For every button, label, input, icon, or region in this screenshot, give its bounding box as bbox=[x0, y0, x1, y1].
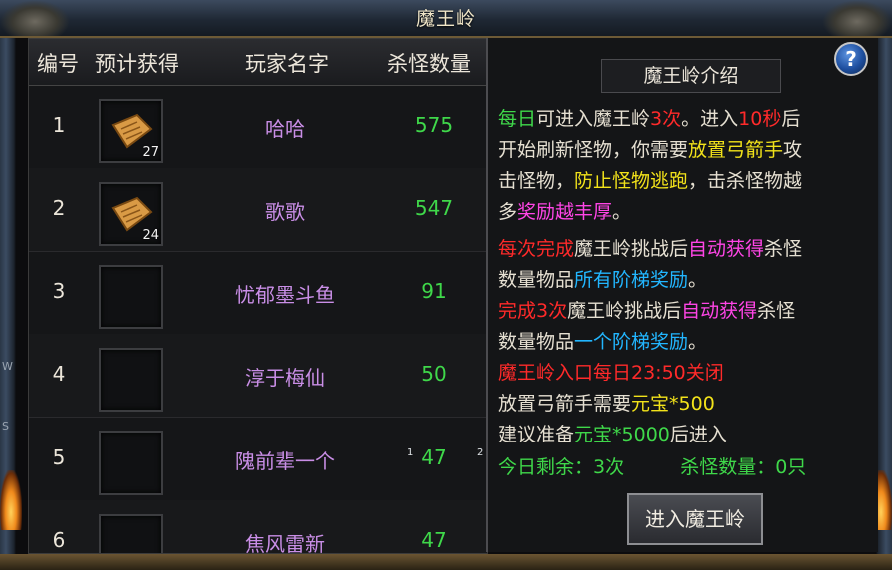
kill-count: 47 bbox=[421, 445, 447, 469]
dragon-ornament-right-icon bbox=[822, 0, 892, 36]
item-count: 27 bbox=[142, 145, 159, 160]
row-rank: 3 bbox=[52, 279, 66, 303]
table-row: 1 27 哈哈 575 bbox=[29, 85, 487, 169]
reward-item-slot[interactable]: 27 bbox=[99, 99, 163, 163]
player-name: 歌歌 bbox=[265, 200, 305, 224]
table-row: 2 24 歌歌 547 bbox=[29, 168, 487, 252]
item-count: 24 bbox=[142, 228, 159, 243]
kill-count: 50 bbox=[421, 362, 447, 386]
ranking-panel: 编号 预计获得 玩家名字 杀怪数量 1 27 哈哈 575 2 24 歌歌 547 3 忧郁墨斗鱼… bbox=[28, 38, 488, 554]
reward-item-slot[interactable] bbox=[99, 348, 163, 412]
side-letter: W bbox=[2, 360, 13, 373]
info-panel: ? 魔王岭介绍 每日可进入魔王岭3次。进入10秒后 开始刷新怪物，你需要放置弓箭… bbox=[488, 38, 878, 552]
reward-item-slot[interactable] bbox=[99, 431, 163, 495]
table-header: 编号 预计获得 玩家名字 杀怪数量 bbox=[29, 39, 487, 86]
daily-remaining: 今日剩余：3次 bbox=[498, 456, 625, 478]
info-description: 每日可进入魔王岭3次。进入10秒后 开始刷新怪物，你需要放置弓箭手攻 击怪物，防… bbox=[498, 108, 803, 442]
daily-status: 今日剩余：3次 杀怪数量：0只 bbox=[498, 452, 878, 479]
kill-count-status: 杀怪数量：0只 bbox=[680, 456, 807, 478]
header-reward: 预计获得 bbox=[95, 52, 179, 76]
bottom-frame-bar bbox=[0, 554, 892, 570]
player-name: 忧郁墨斗鱼 bbox=[235, 283, 335, 307]
help-button[interactable]: ? bbox=[834, 42, 868, 76]
table-row: 3 忧郁墨斗鱼 91 bbox=[29, 251, 487, 335]
row-rank: 1 bbox=[52, 113, 66, 137]
window-title: 魔王岭 bbox=[415, 8, 476, 30]
enter-button[interactable]: 进入魔王岭 bbox=[627, 493, 763, 545]
reward-item-slot[interactable] bbox=[99, 514, 163, 553]
header-player-name: 玩家名字 bbox=[245, 52, 329, 76]
overlay-number: 1 bbox=[407, 447, 414, 458]
player-name: 隗前辈一个 bbox=[235, 449, 335, 473]
player-name: 哈哈 bbox=[265, 117, 305, 141]
row-rank: 5 bbox=[52, 445, 66, 469]
reward-item-slot[interactable] bbox=[99, 265, 163, 329]
row-rank: 6 bbox=[52, 528, 66, 552]
header-kill-count: 杀怪数量 bbox=[387, 52, 471, 76]
kill-count: 47 bbox=[421, 528, 447, 552]
header-rank: 编号 bbox=[37, 52, 79, 76]
player-name: 焦风雷新 bbox=[245, 532, 325, 554]
table-row: 4 淳于梅仙 50 bbox=[29, 334, 487, 418]
kill-count: 547 bbox=[414, 196, 454, 220]
title-bar: 魔王岭 bbox=[0, 0, 892, 38]
row-rank: 2 bbox=[52, 196, 66, 220]
overlay-number: 2 bbox=[477, 447, 484, 458]
player-name: 淳于梅仙 bbox=[245, 366, 325, 390]
reward-item-slot[interactable]: 24 bbox=[99, 182, 163, 246]
kill-count: 91 bbox=[421, 279, 447, 303]
table-row: 6 焦风雷新 47 bbox=[29, 500, 487, 554]
row-rank: 4 bbox=[52, 362, 66, 386]
torch-left-icon bbox=[0, 470, 22, 530]
table-row: 5 隗前辈一个 47 1 2 bbox=[29, 417, 487, 501]
side-letter: S bbox=[2, 420, 9, 433]
kill-count: 575 bbox=[414, 113, 454, 137]
info-title: 魔王岭介绍 bbox=[601, 59, 781, 93]
